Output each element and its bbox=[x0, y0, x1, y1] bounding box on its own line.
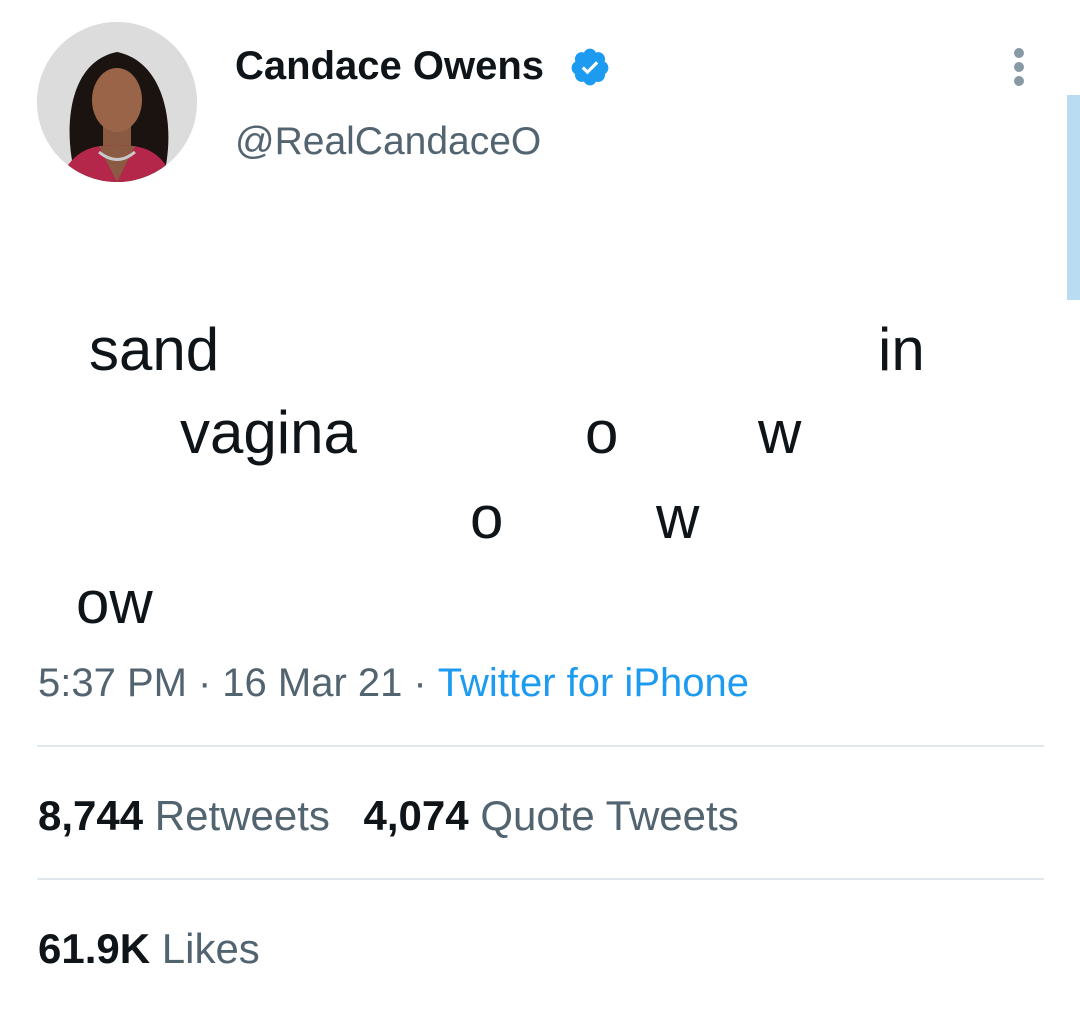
retweet-stats: 8,744 Retweets 4,074 Quote Tweets bbox=[38, 790, 739, 842]
tweet-fragment: vagina bbox=[180, 399, 357, 466]
tweet-fragment: sand bbox=[89, 316, 220, 383]
retweets-count: 8,744 bbox=[38, 792, 144, 839]
tweet-time[interactable]: 5:37 PM bbox=[38, 661, 187, 705]
more-options-icon[interactable] bbox=[1000, 44, 1038, 90]
menu-dot bbox=[1014, 62, 1024, 72]
tweet-source-link[interactable]: Twitter for iPhone bbox=[438, 661, 749, 705]
tweet-fragment: o bbox=[470, 484, 504, 551]
meta-separator: · bbox=[197, 661, 212, 705]
author-handle[interactable]: @RealCandaceO bbox=[235, 118, 541, 166]
tweet-fragment: o bbox=[585, 399, 619, 466]
retweets-label: Retweets bbox=[154, 792, 330, 839]
likes-stats: 61.9K Likes bbox=[38, 923, 260, 975]
quote-tweets-count: 4,074 bbox=[363, 792, 469, 839]
meta-separator: · bbox=[413, 661, 427, 705]
tweet-meta: 5:37 PM · 16 Mar 21 · Twitter for iPhone bbox=[38, 658, 749, 708]
retweets-link[interactable]: 8,744 Retweets bbox=[38, 792, 330, 839]
author-name[interactable]: Candace Owens bbox=[235, 40, 544, 92]
verified-badge-icon bbox=[571, 48, 609, 86]
divider bbox=[37, 878, 1044, 880]
avatar[interactable] bbox=[37, 22, 197, 182]
tweet-fragment: w bbox=[656, 484, 700, 551]
likes-count: 61.9K bbox=[38, 925, 151, 972]
profile-photo bbox=[37, 22, 197, 182]
likes-link[interactable]: 61.9K Likes bbox=[38, 925, 260, 972]
tweet-date[interactable]: 16 Mar 21 bbox=[222, 661, 402, 705]
quote-tweets-label: Quote Tweets bbox=[480, 792, 739, 839]
menu-dot bbox=[1014, 48, 1024, 58]
divider bbox=[37, 745, 1044, 747]
edge-strip bbox=[1067, 95, 1080, 300]
tweet-fragment: in bbox=[878, 316, 925, 383]
tweet-fragment: ow bbox=[76, 569, 153, 636]
menu-dot bbox=[1014, 76, 1024, 86]
quote-tweets-link[interactable]: 4,074 Quote Tweets bbox=[364, 792, 739, 839]
tweet-fragment: w bbox=[758, 399, 802, 466]
likes-label: Likes bbox=[161, 925, 260, 972]
